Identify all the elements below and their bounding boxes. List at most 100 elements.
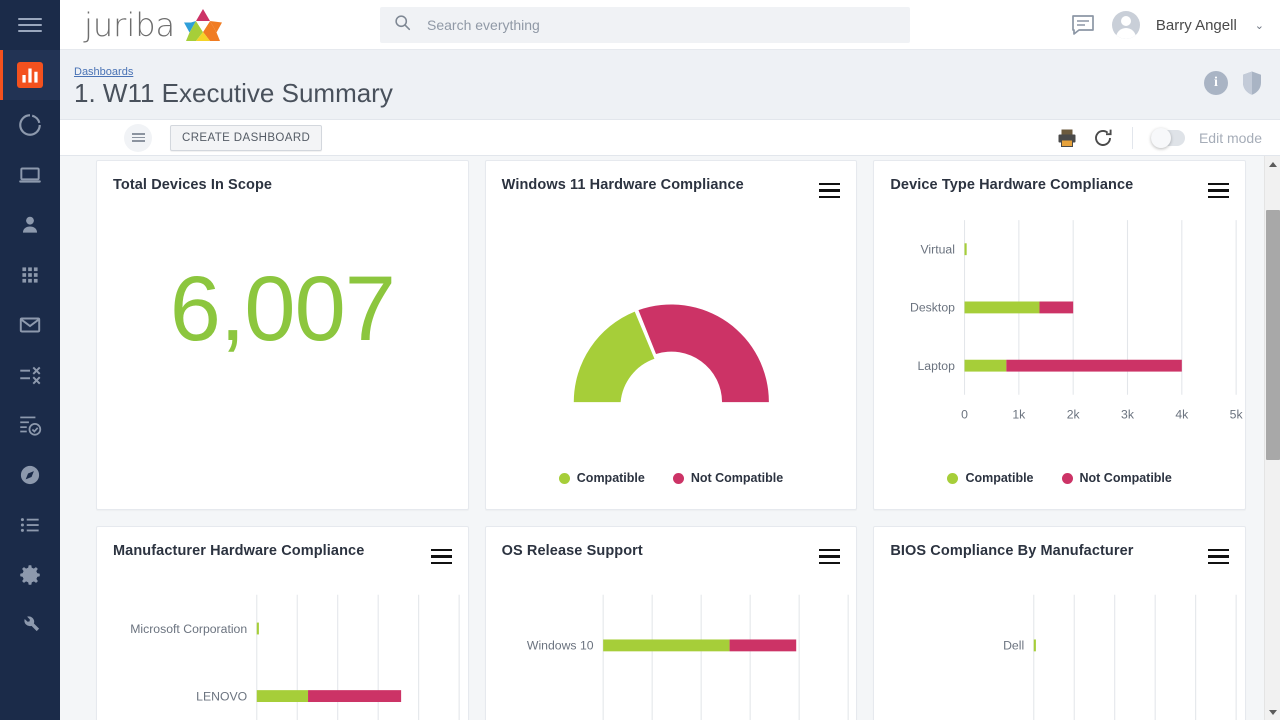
gear-icon xyxy=(17,562,43,588)
rail-item-list xyxy=(0,50,60,650)
sidebar-item-tools[interactable] xyxy=(0,600,60,650)
create-dashboard-button[interactable]: CREATE DASHBOARD xyxy=(170,125,322,151)
x-tick-label: 4k xyxy=(1176,407,1190,421)
widget-menu-icon[interactable] xyxy=(431,545,452,568)
dashboard-toolbar: CREATE DASHBOARD Edit mode xyxy=(60,120,1280,156)
widget-menu-icon[interactable] xyxy=(819,545,840,568)
legend-item-not-compatible[interactable]: Not Compatible xyxy=(1062,471,1172,485)
legend-item-compatible[interactable]: Compatible xyxy=(947,471,1033,485)
edit-mode-label: Edit mode xyxy=(1199,130,1262,146)
manufacturer-bar-chart: Microsoft CorporationLENOVOHewlett-Packa… xyxy=(97,571,468,720)
sidebar-item-users[interactable] xyxy=(0,200,60,250)
x-tick-label: 5k xyxy=(1230,407,1244,421)
sidebar-item-discover[interactable] xyxy=(0,450,60,500)
scroll-down-arrow[interactable] xyxy=(1265,704,1280,720)
bar-segment xyxy=(1007,360,1182,372)
sidebar-item-tasks[interactable] xyxy=(0,350,60,400)
legend-item-compatible[interactable]: Compatible xyxy=(559,471,645,485)
donut-chart-icon xyxy=(17,112,43,138)
gauge-slice-compatible xyxy=(573,312,654,403)
widget-device-type-hardware-compliance[interactable]: Device Type Hardware Compliance VirtualD… xyxy=(873,160,1246,510)
grid-apps-icon xyxy=(17,262,43,288)
vertical-scrollbar[interactable] xyxy=(1264,156,1280,720)
brand-wordmark: juriba xyxy=(84,9,175,41)
legend-label: Compatible xyxy=(965,471,1033,485)
bar-chart-tile-icon xyxy=(17,62,43,88)
widget-menu-icon[interactable] xyxy=(1208,179,1229,202)
user-name-label[interactable]: Barry Angell xyxy=(1156,17,1237,34)
sidebar-item-devices[interactable] xyxy=(0,150,60,200)
widget-menu-icon[interactable] xyxy=(1208,545,1229,568)
envelope-icon xyxy=(17,312,43,338)
widget-title: Manufacturer Hardware Compliance xyxy=(113,543,452,559)
sidebar-item-applications[interactable] xyxy=(0,250,60,300)
brand-logo[interactable]: juriba xyxy=(84,8,223,42)
widget-os-release-support[interactable]: OS Release Support Windows 10Windows 8 C… xyxy=(485,526,858,720)
bar-segment xyxy=(729,639,796,651)
toolbar-right: Edit mode xyxy=(1056,127,1262,149)
breadcrumb-dashboards[interactable]: Dashboards xyxy=(74,66,133,78)
edit-mode-toggle[interactable] xyxy=(1151,130,1185,146)
scrollbar-thumb[interactable] xyxy=(1266,210,1280,460)
widget-title: OS Release Support xyxy=(502,543,841,559)
widget-total-devices-in-scope[interactable]: Total Devices In Scope 6,007 xyxy=(96,160,469,510)
widget-windows-11-hardware-compliance[interactable]: Windows 11 Hardware Compliance Compatibl… xyxy=(485,160,858,510)
scroll-up-arrow[interactable] xyxy=(1265,156,1280,172)
bar-category-label: Laptop xyxy=(918,359,956,373)
widget-bios-compliance-by-manufacturer[interactable]: BIOS Compliance By Manufacturer DellAmer… xyxy=(873,526,1246,720)
bar-category-label: Desktop xyxy=(910,301,955,315)
bar-category-label: Microsoft Corporation xyxy=(130,622,247,636)
bar-category-label: Windows 10 xyxy=(527,639,594,653)
x-tick-label: 0 xyxy=(961,407,968,421)
bar-segment xyxy=(257,623,259,635)
x-tick-label: 2k xyxy=(1067,407,1081,421)
bar-category-label: Virtual xyxy=(921,242,955,256)
chat-bubble-icon[interactable] xyxy=(1070,12,1096,38)
printer-icon[interactable] xyxy=(1056,127,1078,149)
bar-segment xyxy=(257,690,308,702)
compass-icon xyxy=(17,462,43,488)
global-search[interactable] xyxy=(380,7,910,43)
bar-segment xyxy=(1034,639,1036,651)
device-type-bar-chart: VirtualDesktopLaptop01k2k3k4k5k xyxy=(874,205,1245,453)
top-bar-right: Barry Angell ⌄ xyxy=(1070,0,1264,50)
app-root: juriba xyxy=(0,0,1280,720)
sidebar-item-lists[interactable] xyxy=(0,500,60,550)
bar-category-label: LENOVO xyxy=(196,689,247,703)
bar-segment xyxy=(965,302,1040,314)
list-bullet-icon xyxy=(17,512,43,538)
bios-bar-chart: DellAmerican Megatrend... xyxy=(874,571,1245,720)
laptop-icon xyxy=(17,162,43,188)
top-bar: juriba xyxy=(60,0,1280,50)
person-icon xyxy=(17,212,43,238)
search-input[interactable] xyxy=(425,16,896,34)
chevron-down-icon[interactable]: ⌄ xyxy=(1255,19,1264,32)
info-circle-icon[interactable]: i xyxy=(1204,71,1228,95)
bar-segment xyxy=(1040,302,1074,314)
legend-item-not-compatible[interactable]: Not Compatible xyxy=(673,471,783,485)
shield-icon[interactable] xyxy=(1240,70,1264,96)
widget-title: Total Devices In Scope xyxy=(113,177,452,193)
widget-title: Windows 11 Hardware Compliance xyxy=(502,177,841,193)
sidebar-item-readiness[interactable] xyxy=(0,400,60,450)
legend-dot-not-compatible xyxy=(673,473,684,484)
left-nav-rail xyxy=(0,0,60,720)
rail-hamburger-button[interactable] xyxy=(0,0,60,50)
list-check-icon xyxy=(17,412,43,438)
widget-manufacturer-hardware-compliance[interactable]: Manufacturer Hardware Compliance Microso… xyxy=(96,526,469,720)
sidebar-item-settings[interactable] xyxy=(0,550,60,600)
sidebar-item-dashboards[interactable] xyxy=(0,50,60,100)
sidebar-item-analytics[interactable] xyxy=(0,100,60,150)
widget-menu-icon[interactable] xyxy=(819,179,840,202)
dashboard-canvas: Total Devices In Scope 6,007 Windows 11 … xyxy=(60,156,1280,720)
page-title: 1. W11 Executive Summary xyxy=(74,78,393,109)
widget-grid: Total Devices In Scope 6,007 Windows 11 … xyxy=(96,160,1246,720)
bar-segment xyxy=(965,360,1007,372)
dashboard-menu-icon[interactable] xyxy=(124,124,152,152)
refresh-icon[interactable] xyxy=(1092,127,1114,149)
legend-dot-not-compatible xyxy=(1062,473,1073,484)
user-avatar[interactable] xyxy=(1112,11,1140,39)
x-tick-label: 3k xyxy=(1121,407,1135,421)
search-icon xyxy=(394,14,411,36)
sidebar-item-mail[interactable] xyxy=(0,300,60,350)
